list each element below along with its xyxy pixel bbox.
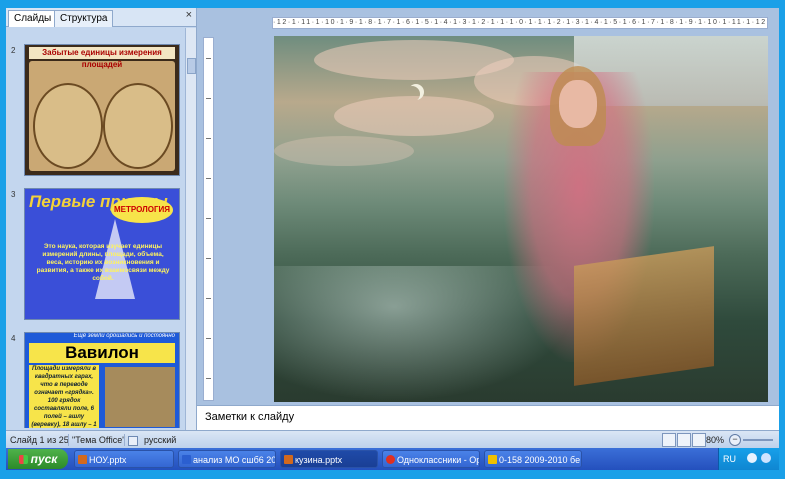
divider bbox=[68, 434, 69, 446]
slide-thumbnail-4[interactable]: Ещё земли орошались и постоянно Вавилон … bbox=[24, 332, 180, 428]
close-icon[interactable]: × bbox=[186, 9, 192, 21]
powerpoint-window: Слайды Структура × 2 Забытые единицы изм… bbox=[6, 8, 779, 470]
thumbnails-scrollbar[interactable] bbox=[185, 28, 196, 430]
zoom-level[interactable]: 80% bbox=[706, 435, 724, 445]
taskbar-item-kuzina[interactable]: кузина.pptx bbox=[280, 450, 378, 468]
notes-pane[interactable]: Заметки к слайду bbox=[197, 405, 779, 431]
scrollbar-thumb[interactable] bbox=[187, 58, 196, 74]
globe-right-image bbox=[103, 83, 173, 169]
horizontal-ruler: ·12·1·11·1·10·1·9·1·8·1·7·1·6·1·5·1·4·1·… bbox=[272, 17, 768, 29]
task-label: 0-158 2009-2010 бе… bbox=[499, 455, 582, 465]
slide-counter: Слайд 1 из 25 bbox=[10, 435, 69, 445]
start-label: пуск bbox=[30, 452, 58, 466]
taskbar-item-nou[interactable]: НОУ.pptx bbox=[74, 450, 174, 468]
slide-title: Забытые единицы измерения площадей bbox=[29, 47, 175, 69]
world-map-image bbox=[29, 61, 175, 171]
slide-thumbnails: 2 Забытые единицы измерения площадей 3 П… bbox=[6, 28, 186, 428]
theme-name[interactable]: "Тема Office" bbox=[72, 435, 125, 445]
ruler-tick bbox=[206, 298, 211, 299]
current-slide-canvas[interactable] bbox=[274, 36, 768, 402]
slide-text: Это наука, которая изучает единицы измер… bbox=[36, 243, 170, 282]
task-label: кузина.pptx bbox=[295, 455, 343, 465]
slides-panel: Слайды Структура × 2 Забытые единицы изм… bbox=[6, 8, 197, 430]
language-indicator[interactable]: русский bbox=[144, 435, 176, 445]
panel-tabs: Слайды Структура × bbox=[6, 8, 196, 27]
taskbar-item-folder[interactable]: 0-158 2009-2010 бе… bbox=[484, 450, 582, 468]
slide-heading: Вавилон bbox=[29, 343, 175, 363]
slideshow-icon[interactable] bbox=[692, 433, 706, 447]
notes-placeholder: Заметки к слайду bbox=[205, 411, 295, 423]
zoom-out-icon[interactable]: − bbox=[729, 434, 741, 446]
babylon-image bbox=[105, 367, 175, 427]
zoom-slider[interactable] bbox=[743, 439, 773, 441]
start-button[interactable]: пуск bbox=[8, 449, 68, 469]
tray-icon[interactable] bbox=[761, 453, 771, 463]
tab-outline[interactable]: Структура bbox=[54, 10, 114, 27]
keyboard-language[interactable]: RU bbox=[723, 454, 736, 464]
ruler-tick bbox=[206, 138, 211, 139]
cloud-shape bbox=[274, 136, 414, 166]
boat-image bbox=[574, 246, 714, 386]
vertical-ruler bbox=[203, 37, 214, 401]
tab-slides[interactable]: Слайды bbox=[8, 10, 58, 27]
metrology-badge: МЕТРОЛОГИЯ bbox=[111, 197, 173, 223]
system-tray: RU bbox=[718, 448, 779, 470]
divider bbox=[124, 434, 125, 446]
ruler-tick bbox=[206, 378, 211, 379]
slide-sorter-icon[interactable] bbox=[677, 433, 691, 447]
ruler-tick bbox=[206, 338, 211, 339]
ruler-tick bbox=[206, 58, 211, 59]
ruler-tick bbox=[206, 178, 211, 179]
slide-thumbnail-3[interactable]: Первые приемы МЕТРОЛОГИЯ Это наука, кото… bbox=[24, 188, 180, 320]
windows-taskbar: пуск НОУ.pptx анализ МО сшб6 201… кузина… bbox=[6, 448, 779, 470]
slide-number: 2 bbox=[11, 46, 16, 55]
tray-icon[interactable] bbox=[747, 453, 757, 463]
status-bar: Слайд 1 из 25 "Тема Office" русский 80% … bbox=[6, 430, 779, 449]
slide-editor: ·12·1·11·1·10·1·9·1·8·1·7·1·6·1·5·1·4·1·… bbox=[197, 8, 779, 405]
slide-number: 4 bbox=[11, 334, 16, 343]
slide-thumbnail-2[interactable]: Забытые единицы измерения площадей bbox=[24, 44, 180, 176]
normal-view-icon[interactable] bbox=[662, 433, 676, 447]
globe-left-image bbox=[33, 83, 103, 169]
cloud-shape bbox=[334, 96, 494, 136]
word-icon bbox=[182, 455, 191, 464]
powerpoint-icon bbox=[284, 455, 293, 464]
task-label: НОУ.pptx bbox=[89, 455, 127, 465]
powerpoint-icon bbox=[78, 455, 87, 464]
spellcheck-icon[interactable] bbox=[128, 436, 138, 446]
ruler-tick bbox=[206, 98, 211, 99]
task-label: анализ МО сшб6 201… bbox=[193, 455, 276, 465]
slide-text: Площади измеряли в квадратных гарах, что… bbox=[29, 365, 99, 428]
opera-icon bbox=[386, 455, 395, 464]
girl-face-shape bbox=[559, 80, 597, 128]
moon-shape bbox=[404, 86, 420, 102]
folder-icon bbox=[488, 455, 497, 464]
taskbar-item-odnoklassniki[interactable]: Одноклассники - Ор… bbox=[382, 450, 480, 468]
ruler-tick bbox=[206, 218, 211, 219]
slide-number: 3 bbox=[11, 190, 16, 199]
slide-top-note: Ещё земли орошались и постоянно bbox=[73, 333, 175, 339]
taskbar-item-analysis[interactable]: анализ МО сшб6 201… bbox=[178, 450, 276, 468]
task-label: Одноклассники - Ор… bbox=[397, 455, 479, 465]
windows-logo-icon bbox=[18, 455, 28, 464]
ruler-tick bbox=[206, 258, 211, 259]
